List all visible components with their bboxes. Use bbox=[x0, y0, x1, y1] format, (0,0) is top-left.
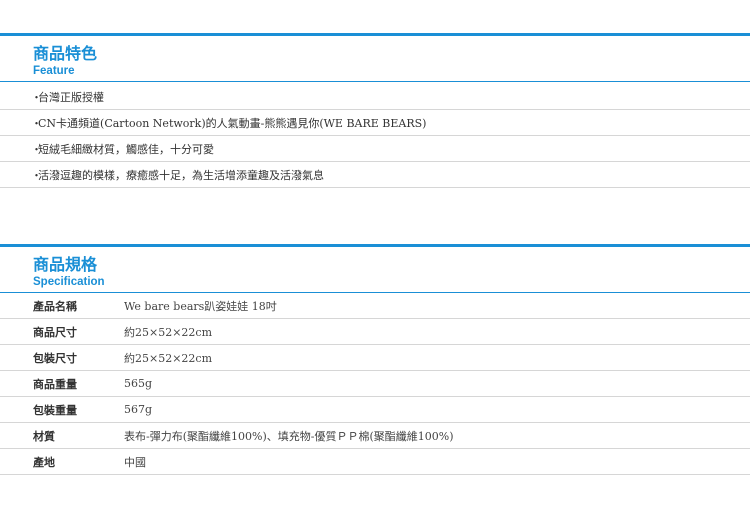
feature-subtitle: Feature bbox=[33, 65, 75, 77]
bullet: ・ bbox=[31, 90, 42, 104]
bullet: ・ bbox=[31, 168, 42, 182]
spec-row: 產地 中國 bbox=[0, 449, 750, 475]
feature-text: 台灣正版授權 bbox=[38, 90, 104, 104]
feature-text: 活潑逗趣的模樣，療癒感十足，為生活增添童趣及活潑氣息 bbox=[38, 168, 324, 182]
feature-section: 商品特色 Feature ・ 台灣正版授權 ・ CN卡通頻道(Cartoon N… bbox=[0, 33, 750, 188]
spec-subtitle: Specification bbox=[33, 276, 105, 288]
spec-row: 商品尺寸 約25×52×22cm bbox=[0, 319, 750, 345]
spec-value: 約25×52×22cm bbox=[124, 325, 213, 339]
feature-item: ・ 短絨毛細緻材質，觸感佳，十分可愛 bbox=[0, 136, 750, 162]
feature-text: 短絨毛細緻材質，觸感佳，十分可愛 bbox=[38, 142, 214, 156]
feature-item: ・ 活潑逗趣的模樣，療癒感十足，為生活增添童趣及活潑氣息 bbox=[0, 162, 750, 188]
feature-item: ・ 台灣正版授權 bbox=[0, 84, 750, 110]
spec-value: 567g bbox=[124, 403, 153, 416]
spec-value: We bare bears趴姿娃娃 18吋 bbox=[124, 299, 277, 313]
feature-text: CN卡通頻道(Cartoon Network)的人氣動畫-熊熊遇見你(WE BA… bbox=[38, 116, 427, 130]
spec-title: 商品規格 bbox=[33, 255, 98, 274]
bullet: ・ bbox=[31, 142, 42, 156]
spec-label: 產地 bbox=[33, 455, 55, 469]
spec-value: 約25×52×22cm bbox=[124, 351, 213, 365]
spec-row: 材質 表布-彈力布(聚酯纖維100%)、填充物-優質ＰＰ棉(聚酯纖維100%) bbox=[0, 423, 750, 449]
spec-value: 565g bbox=[124, 377, 153, 390]
spec-value: 中國 bbox=[124, 455, 146, 469]
spec-label: 包裝尺寸 bbox=[33, 351, 77, 365]
spec-row: 包裝尺寸 約25×52×22cm bbox=[0, 345, 750, 371]
spec-label: 商品重量 bbox=[33, 377, 77, 391]
spec-section: 商品規格 Specification 產品名稱 We bare bears趴姿娃… bbox=[0, 244, 750, 475]
feature-heading: 商品特色 Feature bbox=[0, 36, 750, 81]
feature-item: ・ CN卡通頻道(Cartoon Network)的人氣動畫-熊熊遇見你(WE … bbox=[0, 110, 750, 136]
spec-value: 表布-彈力布(聚酯纖維100%)、填充物-優質ＰＰ棉(聚酯纖維100%) bbox=[124, 429, 454, 443]
spec-row: 產品名稱 We bare bears趴姿娃娃 18吋 bbox=[0, 293, 750, 319]
spec-label: 材質 bbox=[33, 429, 55, 443]
spec-label: 包裝重量 bbox=[33, 403, 77, 417]
spec-label: 商品尺寸 bbox=[33, 325, 77, 339]
feature-title: 商品特色 bbox=[33, 44, 98, 63]
spec-row: 商品重量 565g bbox=[0, 371, 750, 397]
spec-row: 包裝重量 567g bbox=[0, 397, 750, 423]
bullet: ・ bbox=[31, 116, 42, 130]
spec-label: 產品名稱 bbox=[33, 299, 77, 313]
spec-heading: 商品規格 Specification bbox=[0, 247, 750, 292]
